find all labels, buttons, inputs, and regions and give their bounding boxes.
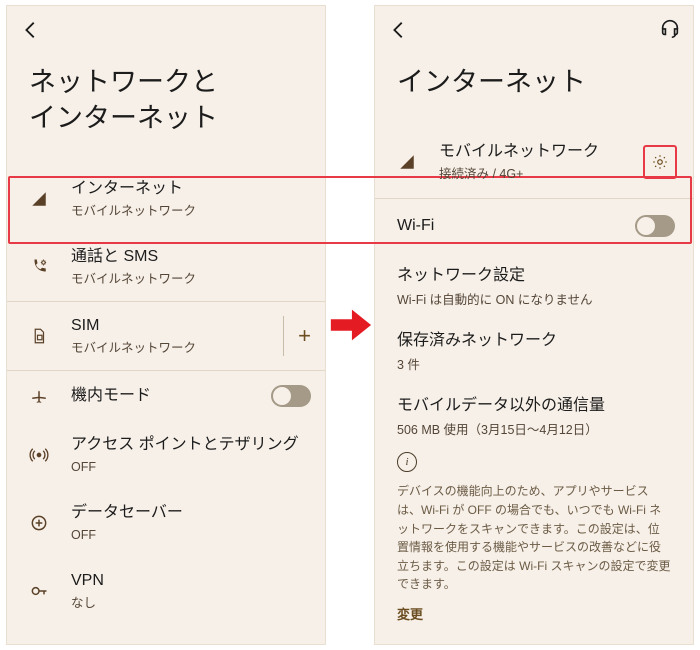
wifi-scanning-note: i デバイスの機能向上のため、アプリやサービスは、Wi-Fi が OFF の場合…: [375, 446, 693, 633]
hotspot-icon: [25, 445, 53, 465]
row-calls-sms[interactable]: 通話と SMS モバイルネットワーク: [7, 233, 325, 301]
row-mobile-network[interactable]: モバイルネットワーク 接続済み / 4G+: [375, 128, 693, 196]
back-button[interactable]: [387, 18, 411, 42]
info-icon: i: [397, 452, 417, 472]
support-headset-icon[interactable]: [659, 17, 681, 44]
screen-network-and-internet: ネットワークとインターネット インターネット モバイルネットワーク 通話と SM…: [6, 5, 326, 645]
data-saver-icon: [25, 513, 53, 533]
airplane-toggle[interactable]: [271, 385, 311, 407]
page-title: ネットワークとインターネット: [7, 54, 325, 165]
gear-icon: [651, 153, 669, 171]
flow-arrow-icon: [326, 302, 374, 348]
screen-internet: インターネット モバイルネットワーク 接続済み / 4G+ Wi-Fi ネットワ…: [374, 5, 694, 645]
mobile-network-settings-button[interactable]: [643, 145, 677, 179]
add-sim-button[interactable]: +: [269, 316, 311, 356]
row-non-mobile-data-usage[interactable]: モバイルデータ以外の通信量 506 MB 使用（3月15日～4月12日）: [375, 381, 693, 446]
signal-triangle-icon: [25, 190, 53, 208]
vpn-key-icon: [25, 581, 53, 601]
signal-triangle-icon: [393, 153, 421, 171]
row-hotspot-tethering[interactable]: アクセス ポイントとテザリング OFF: [7, 421, 325, 489]
page-title: インターネット: [375, 54, 693, 128]
row-sim[interactable]: SIM モバイルネットワーク +: [7, 302, 325, 370]
wifi-toggle[interactable]: [635, 215, 675, 237]
row-internet[interactable]: インターネット モバイルネットワーク: [7, 165, 325, 233]
sim-card-icon: [25, 327, 53, 345]
back-button[interactable]: [19, 18, 43, 42]
plus-icon: +: [298, 323, 311, 349]
row-airplane-mode[interactable]: 機内モード: [7, 371, 325, 421]
row-vpn[interactable]: VPN なし: [7, 557, 325, 625]
phone-settings-icon: [25, 258, 53, 276]
row-saved-networks[interactable]: 保存済みネットワーク 3 件: [375, 316, 693, 381]
row-data-saver[interactable]: データセーバー OFF: [7, 489, 325, 557]
row-wifi[interactable]: Wi-Fi: [375, 201, 693, 251]
row-network-preferences[interactable]: ネットワーク設定 Wi-Fi は自動的に ON になりません: [375, 251, 693, 316]
airplane-icon: [25, 387, 53, 405]
change-link[interactable]: 変更: [397, 604, 671, 623]
